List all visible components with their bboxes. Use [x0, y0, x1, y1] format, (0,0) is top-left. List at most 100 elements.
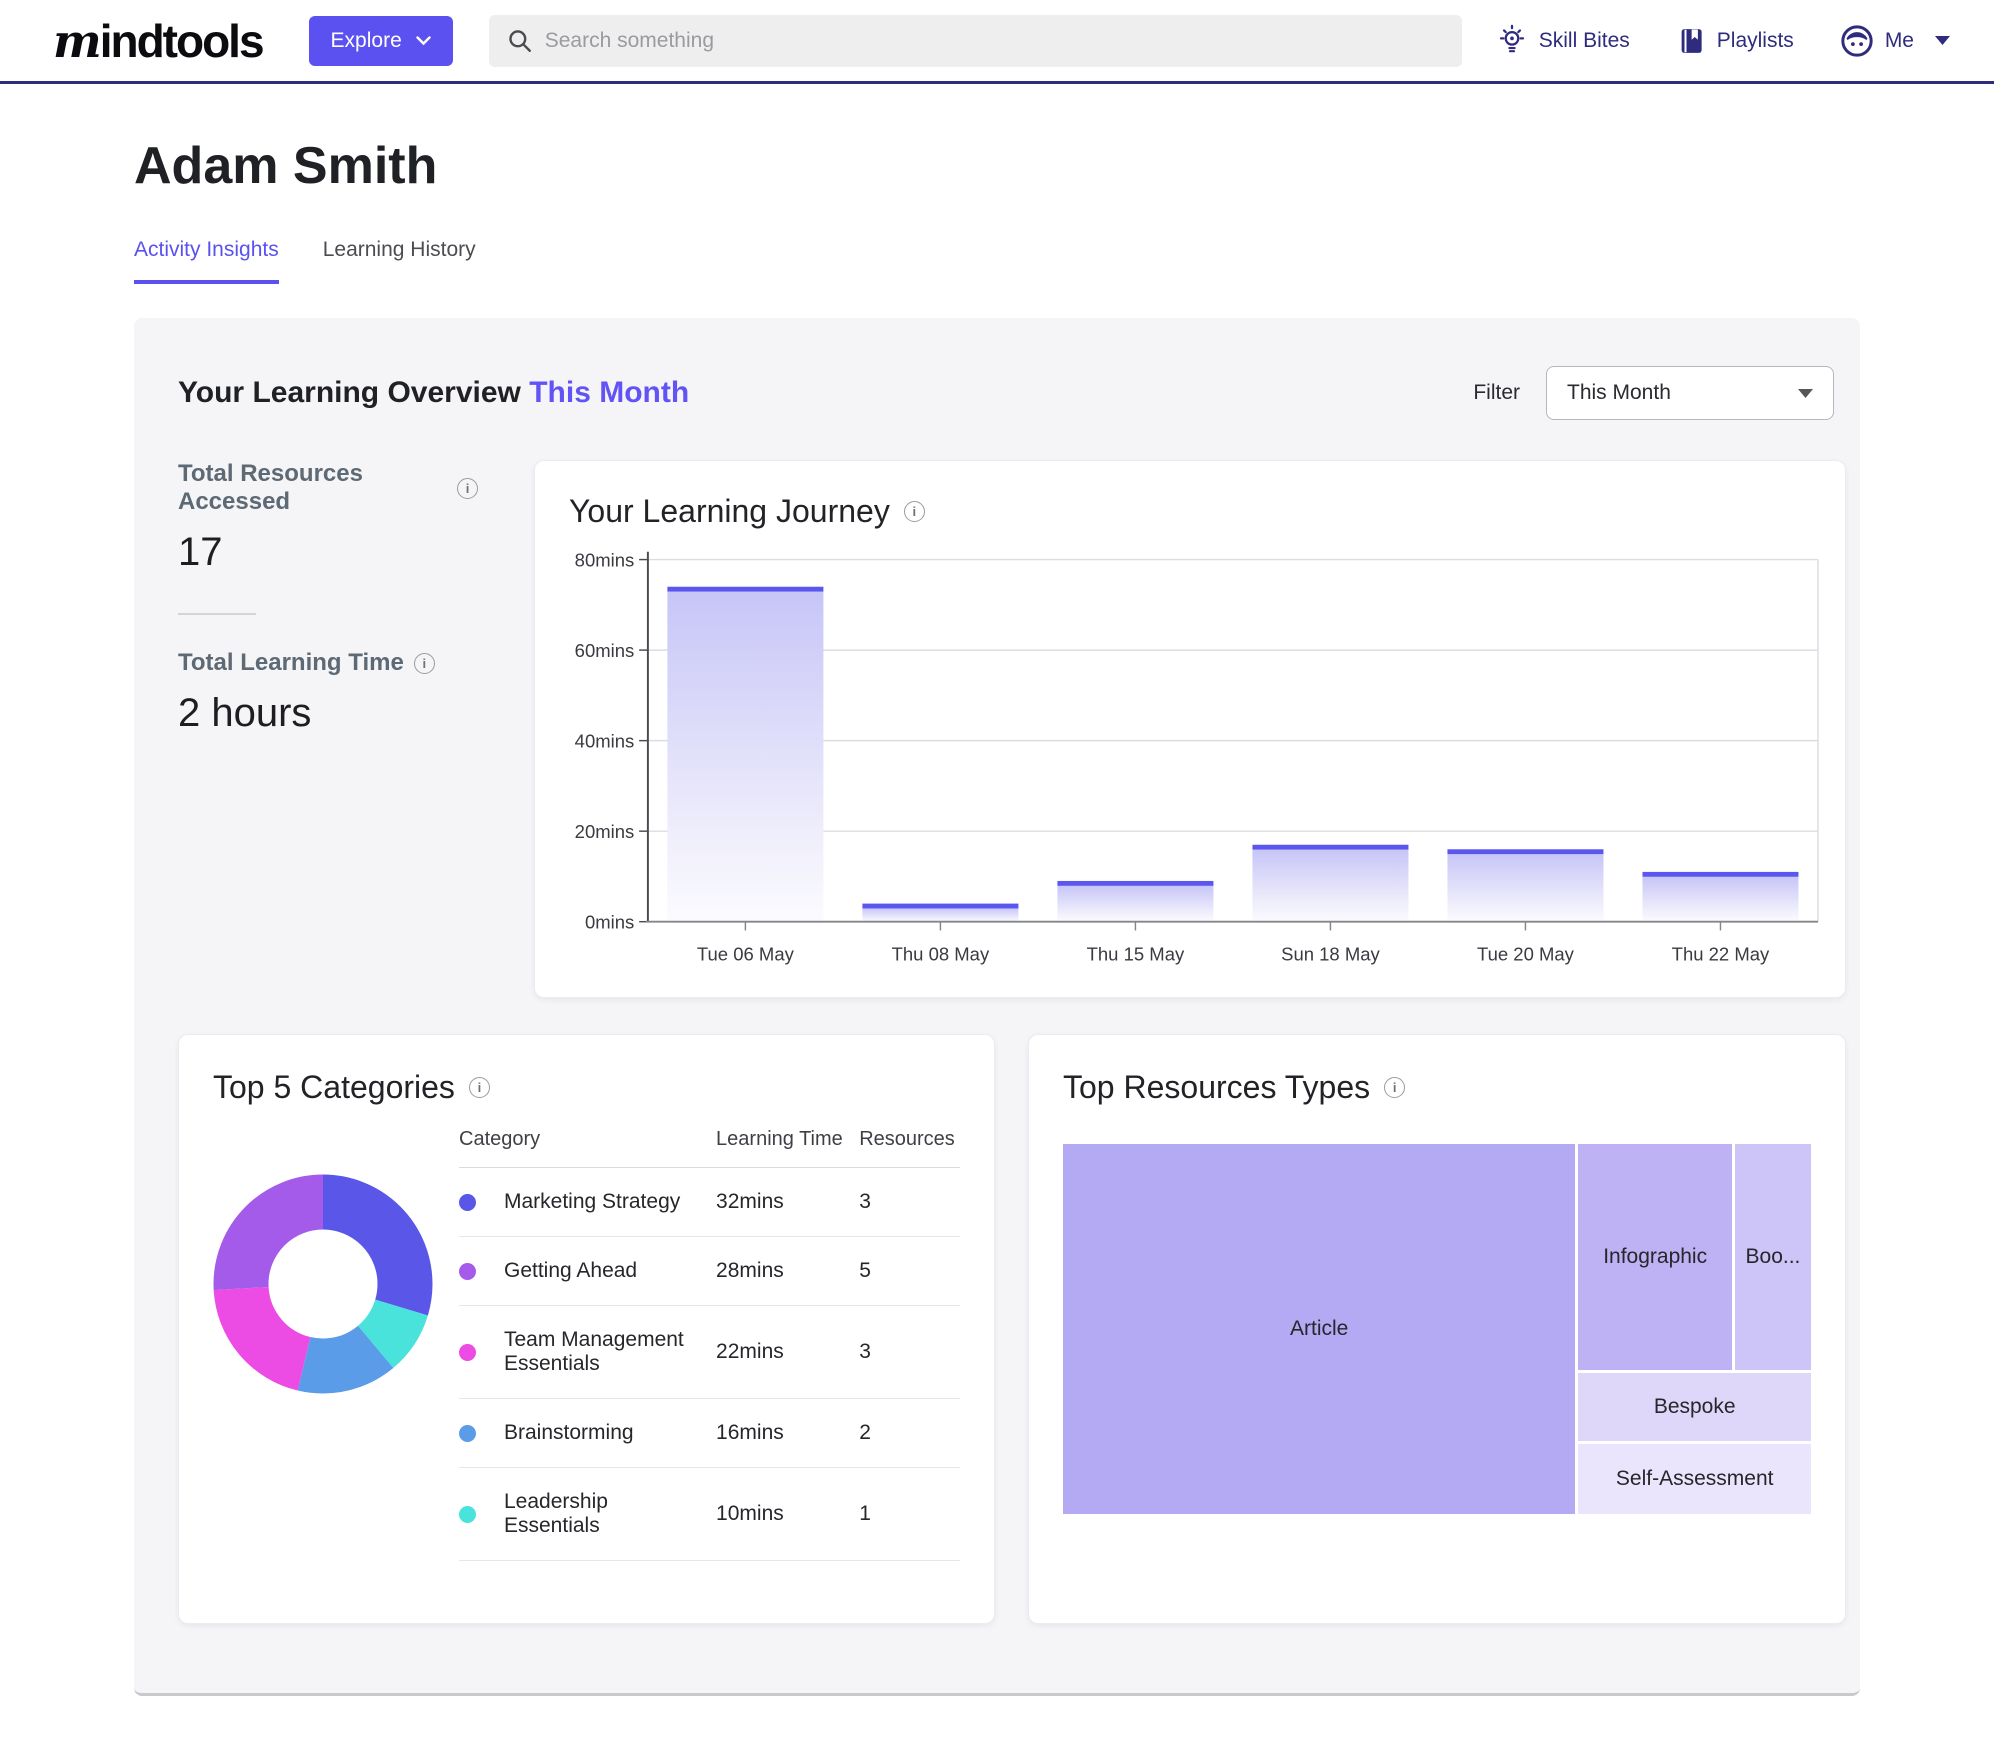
categories-table-body: Marketing Strategy 32mins3 Getting Ahead 28… — [459, 1168, 960, 1561]
category-cell: Team Management Essentials — [459, 1306, 716, 1399]
category-name: Marketing Strategy — [504, 1190, 680, 1214]
total-resources-label: Total Resources Accessed i — [178, 460, 478, 516]
table-row: Team Management Essentials22mins3 — [459, 1306, 960, 1399]
explore-button-label: Explore — [331, 29, 402, 53]
playlists-label: Playlists — [1717, 29, 1794, 53]
svg-text:40mins: 40mins — [575, 730, 635, 751]
stats-divider — [178, 613, 256, 615]
tab-learning-history[interactable]: Learning History — [323, 238, 476, 284]
svg-text:Sun 18 May: Sun 18 May — [1281, 944, 1380, 965]
top-categories-card: Top 5 Categories i Category Learning Tim… — [178, 1034, 995, 1624]
learning-time-cell: 28mins — [716, 1237, 859, 1306]
bottom-cards-row: Top 5 Categories i Category Learning Tim… — [178, 1034, 1846, 1624]
info-icon[interactable]: i — [414, 653, 435, 674]
dropdown-caret-icon — [1798, 389, 1813, 398]
me-menu[interactable]: Me — [1840, 24, 1950, 58]
total-resources-label-text: Total Resources Accessed — [178, 460, 447, 516]
overview-body: Total Resources Accessed i 17 Total Lear… — [178, 460, 1846, 998]
tab-bar: Activity Insights Learning History — [134, 238, 1860, 284]
learning-journey-card: Your Learning Journey i 0mins20mins40min… — [534, 460, 1846, 998]
lightbulb-icon — [1496, 24, 1528, 58]
total-time-label: Total Learning Time i — [178, 649, 478, 677]
playlists-book-icon — [1676, 25, 1706, 57]
learning-time-cell: 32mins — [716, 1168, 859, 1237]
column-header-resources: Resources — [859, 1114, 960, 1168]
treemap-node-article[interactable]: Article — [1063, 1144, 1575, 1514]
overview-title-highlight: This Month — [529, 376, 689, 409]
learning-journey-title-text: Your Learning Journey — [569, 493, 890, 530]
treemap-top-row: Infographic Boo... — [1578, 1144, 1811, 1370]
page-content: Adam Smith Activity Insights Learning Hi… — [134, 136, 1860, 1696]
table-row: Getting Ahead 28mins5 — [459, 1237, 960, 1306]
skill-bites-label: Skill Bites — [1539, 29, 1630, 53]
skill-bites-link[interactable]: Skill Bites — [1496, 24, 1630, 58]
explore-button[interactable]: Explore — [309, 16, 453, 66]
me-label: Me — [1885, 29, 1914, 53]
filter-dropdown[interactable]: This Month — [1546, 366, 1834, 420]
search-input[interactable] — [545, 29, 1444, 53]
mindtools-logo[interactable]: mindtools — [53, 14, 263, 68]
info-icon[interactable]: i — [469, 1077, 490, 1098]
info-icon[interactable]: i — [1384, 1077, 1405, 1098]
svg-text:20mins: 20mins — [575, 821, 635, 842]
categories-table-header-row: Category Learning Time Resources — [459, 1114, 960, 1168]
filter-dropdown-value: This Month — [1567, 381, 1671, 405]
category-cell: Brainstorming — [459, 1399, 716, 1468]
treemap-label: Article — [1290, 1317, 1348, 1341]
category-cell: Getting Ahead — [459, 1237, 716, 1306]
top-categories-title-text: Top 5 Categories — [213, 1069, 455, 1106]
learning-overview-section: Your Learning Overview This Month Filter… — [134, 318, 1860, 1696]
total-time-label-text: Total Learning Time — [178, 649, 404, 677]
playlists-link[interactable]: Playlists — [1676, 25, 1794, 57]
learning-time-cell: 16mins — [716, 1399, 859, 1468]
treemap-node-infographic[interactable]: Infographic — [1578, 1144, 1732, 1370]
resources-cell: 5 — [859, 1237, 960, 1306]
resources-cell: 2 — [859, 1399, 960, 1468]
total-resources-value: 17 — [178, 530, 478, 575]
svg-text:Tue 06 May: Tue 06 May — [697, 944, 795, 965]
overview-header: Your Learning Overview This Month Filter… — [178, 366, 1846, 420]
navbar-right: Skill Bites Playlists Me — [1496, 24, 1950, 58]
treemap-label: Infographic — [1603, 1245, 1707, 1269]
category-name: Team Management Essentials — [504, 1328, 696, 1376]
avatar-icon — [1840, 24, 1874, 58]
info-icon[interactable]: i — [457, 478, 478, 499]
category-color-dot — [459, 1506, 476, 1523]
category-color-dot — [459, 1263, 476, 1280]
treemap-node-self-assessment[interactable]: Self-Assessment — [1578, 1444, 1811, 1514]
top-resources-title: Top Resources Types i — [1063, 1069, 1811, 1106]
tab-activity-insights[interactable]: Activity Insights — [134, 238, 279, 284]
total-time-value: 2 hours — [178, 691, 478, 736]
svg-text:Thu 22 May: Thu 22 May — [1672, 944, 1770, 965]
category-color-dot — [459, 1344, 476, 1361]
search-bar[interactable] — [489, 15, 1462, 67]
categories-donut-chart — [213, 1174, 433, 1394]
category-cell: Marketing Strategy — [459, 1168, 716, 1237]
learning-time-cell: 10mins — [716, 1468, 859, 1561]
svg-text:80mins: 80mins — [575, 549, 635, 570]
table-row: Brainstorming16mins2 — [459, 1399, 960, 1468]
stats-column: Total Resources Accessed i 17 Total Lear… — [178, 460, 478, 998]
filter-group: Filter This Month — [1473, 366, 1846, 420]
learning-journey-title: Your Learning Journey i — [555, 493, 1833, 530]
resources-cell: 3 — [859, 1168, 960, 1237]
top-resources-title-text: Top Resources Types — [1063, 1069, 1370, 1106]
category-color-dot — [459, 1425, 476, 1442]
svg-text:60mins: 60mins — [575, 640, 635, 661]
resources-cell: 1 — [859, 1468, 960, 1561]
categories-donut-wrap — [213, 1174, 433, 1561]
column-header-learning-time: Learning Time — [716, 1114, 859, 1168]
chevron-down-icon — [416, 36, 431, 46]
categories-table: Category Learning Time Resources Marketi… — [459, 1114, 960, 1561]
overview-title-text: Your Learning Overview — [178, 376, 521, 409]
treemap-node-bespoke[interactable]: Bespoke — [1578, 1373, 1811, 1441]
treemap-right-column: Infographic Boo... Bespoke Self-Assessme… — [1578, 1144, 1811, 1514]
top-resources-card: Top Resources Types i Article Infographi… — [1028, 1034, 1846, 1624]
treemap-node-book[interactable]: Boo... — [1735, 1144, 1811, 1370]
svg-text:Thu 08 May: Thu 08 May — [892, 944, 990, 965]
info-icon[interactable]: i — [904, 501, 925, 522]
svg-text:Thu 15 May: Thu 15 May — [1087, 944, 1185, 965]
top-navbar: mindtools Explore — [0, 0, 1994, 84]
caret-down-icon — [1935, 36, 1950, 45]
category-name: Getting Ahead — [504, 1259, 637, 1283]
